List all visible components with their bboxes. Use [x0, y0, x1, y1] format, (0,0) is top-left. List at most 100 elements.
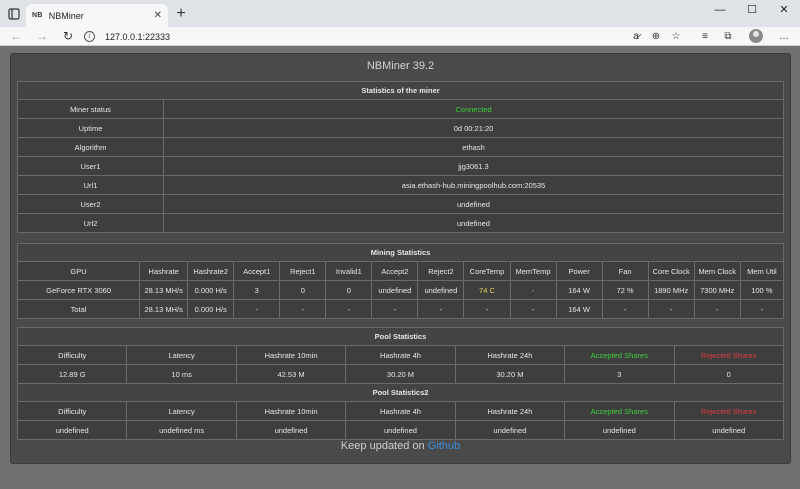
- table-row: Uptime 0d 00:21:20: [17, 118, 784, 138]
- zoom-icon[interactable]: ⊕: [648, 29, 664, 45]
- read-aloud-icon[interactable]: a̷: [628, 29, 644, 45]
- hashrate-10min-cell: 42.53 M: [235, 364, 347, 384]
- col-header-latency: Latency: [126, 345, 237, 365]
- user1-value: jjg3061.3: [163, 156, 784, 176]
- table-row: Url1 asia.ethash-hub.miningpoolhub.com:20…: [17, 175, 784, 195]
- invalid1-cell: -: [325, 299, 373, 319]
- col-header-accepted-shares: Accepted Shares: [564, 401, 675, 421]
- more-menu-icon[interactable]: …: [776, 29, 792, 45]
- col-header-power: Power: [555, 261, 603, 281]
- miner-stats-table: Statistics of the miner Miner status Conn…: [17, 81, 784, 233]
- col-header-reject1: Reject1: [279, 261, 327, 281]
- latency-cell: 10 ms: [126, 364, 237, 384]
- memtemp-cell: -: [509, 280, 557, 300]
- accepted-shares-cell: undefined: [564, 420, 675, 440]
- col-header-accept1: Accept1: [233, 261, 281, 281]
- hashrate-cell: 28.13 MH/s: [139, 280, 189, 300]
- col-header-accepted-shares: Accepted Shares: [564, 345, 675, 365]
- difficulty-cell: 12.89 G: [16, 364, 128, 384]
- mem-clock-cell: 7300 MHz: [693, 280, 741, 300]
- minimize-button[interactable]: —: [704, 0, 736, 22]
- col-header-hashrate-10min: Hashrate 10min: [235, 401, 347, 421]
- tab-title: NBMiner: [48, 10, 84, 21]
- hashrate-10min-cell: undefined: [235, 420, 347, 440]
- table-row: Url2 undefined: [17, 213, 784, 233]
- collections-icon[interactable]: ⧉: [720, 29, 736, 45]
- new-tab-button[interactable]: +: [172, 5, 190, 23]
- browser-tab[interactable]: NB NBMiner ✕: [26, 4, 168, 27]
- table-row-total: Total 28.13 MH/s 0.000 H/s - - - - - - -…: [16, 299, 785, 319]
- col-header-hashrate: Hashrate: [139, 261, 189, 281]
- reject2-cell: undefined: [417, 280, 465, 300]
- col-header-accept2: Accept2: [371, 261, 419, 281]
- browser-tab-bar: NB NBMiner ✕ + — ☐ ✕: [0, 0, 800, 27]
- hashrate-4h-cell: 30.20 M: [345, 364, 456, 384]
- miner-panel: NBMiner 39.2 Statistics of the miner Min…: [10, 53, 791, 464]
- col-header-hashrate2: Hashrate2: [187, 261, 235, 281]
- pool-stats-table: Pool Statistics Difficulty Latency Hashr…: [16, 327, 785, 440]
- refresh-icon[interactable]: ↻: [60, 29, 76, 45]
- col-header-mem-clock: Mem Clock: [693, 261, 741, 281]
- col-header-hashrate-24h: Hashrate 24h: [454, 401, 566, 421]
- core-clock-cell: 1890 MHz: [647, 280, 695, 300]
- col-header-rejected-shares: Rejected Shares: [673, 401, 785, 421]
- url1-value: asia.ethash-hub.miningpoolhub.com:20535: [163, 175, 784, 195]
- favorite-star-icon[interactable]: ☆: [668, 29, 684, 45]
- hashrate2-cell: 0.000 H/s: [187, 280, 235, 300]
- tab-actions-icon[interactable]: [6, 6, 22, 22]
- col-header-difficulty: Difficulty: [16, 345, 128, 365]
- col-header-latency: Latency: [126, 401, 237, 421]
- tab-favicon-icon: NB: [32, 12, 43, 19]
- col-header-difficulty: Difficulty: [16, 401, 128, 421]
- gpu-cell: GeForce RTX 3060: [16, 280, 141, 300]
- algorithm-value: ethash: [163, 137, 784, 157]
- hashrate2-cell: 0.000 H/s: [187, 299, 235, 319]
- latency-cell: undefined ms: [126, 420, 237, 440]
- col-header-mem-util: Mem Util: [739, 261, 785, 281]
- close-window-button[interactable]: ✕: [768, 0, 800, 22]
- coretemp-cell: 74 C: [463, 280, 511, 300]
- table-row: undefined undefined ms undefined undefin…: [16, 420, 785, 440]
- reject1-cell: 0: [279, 280, 327, 300]
- table-row: User2 undefined: [17, 194, 784, 214]
- site-info-icon[interactable]: i: [84, 31, 95, 42]
- reject1-cell: -: [279, 299, 327, 319]
- invalid1-cell: 0: [325, 280, 373, 300]
- profile-avatar[interactable]: [749, 29, 763, 43]
- favorites-list-icon[interactable]: ≡: [697, 29, 713, 45]
- col-header-fan: Fan: [601, 261, 649, 281]
- tab-close-icon[interactable]: ✕: [154, 10, 162, 21]
- hashrate-24h-cell: undefined: [454, 420, 566, 440]
- gpu-cell: Total: [16, 299, 141, 319]
- fan-cell: -: [601, 299, 649, 319]
- table-row: Miner status Connected: [17, 99, 784, 119]
- browser-toolbar: ← → ↻ i 127.0.0.1:22333 a̷ ⊕ ☆ ≡ ⧉ …: [0, 27, 800, 46]
- footer-text: Keep updated on: [340, 440, 425, 452]
- stat-label: User1: [17, 156, 164, 176]
- address-bar[interactable]: i 127.0.0.1:22333: [84, 28, 624, 45]
- col-header-hashrate-24h: Hashrate 24h: [454, 345, 566, 365]
- mem-util-cell: -: [739, 299, 785, 319]
- table-header-row: GPU Hashrate Hashrate2 Accept1 Reject1 I…: [16, 261, 785, 281]
- memtemp-cell: -: [509, 299, 557, 319]
- user2-value: undefined: [163, 194, 784, 214]
- stat-label: Url1: [17, 175, 164, 195]
- page-content: NBMiner 39.2 Statistics of the miner Min…: [0, 46, 800, 489]
- table-header-row: Difficulty Latency Hashrate 10min Hashra…: [16, 401, 785, 421]
- forward-arrow-icon[interactable]: →: [34, 29, 50, 45]
- miner-status-value: Connected: [163, 99, 784, 119]
- rejected-shares-cell: 0: [673, 364, 785, 384]
- col-header-coretemp: CoreTemp: [463, 261, 511, 281]
- table-row: Algorithm ethash: [17, 137, 784, 157]
- table-row: User1 jjg3061.3: [17, 156, 784, 176]
- core-clock-cell: -: [647, 299, 695, 319]
- github-link[interactable]: Github: [428, 440, 460, 452]
- stat-label: Uptime: [17, 118, 164, 138]
- back-arrow-icon[interactable]: ←: [8, 29, 24, 45]
- address-url: 127.0.0.1:22333: [105, 31, 171, 42]
- maximize-button[interactable]: ☐: [736, 0, 768, 22]
- url2-value: undefined: [163, 213, 784, 233]
- rejected-shares-cell: undefined: [673, 420, 785, 440]
- col-header-rejected-shares: Rejected Shares: [673, 345, 785, 365]
- stat-label: Algorithm: [17, 137, 164, 157]
